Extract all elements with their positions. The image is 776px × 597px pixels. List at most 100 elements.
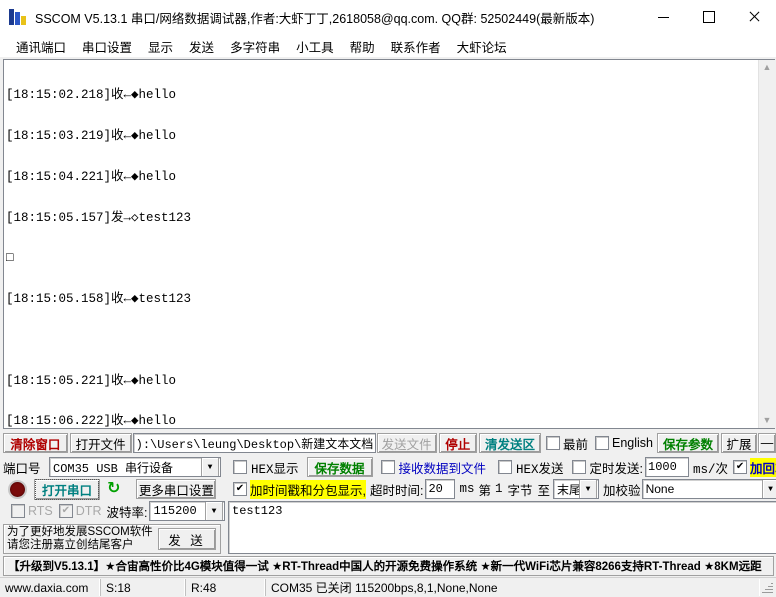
hex-and-file-row: HEX显示 保存数据 接收数据到文件 HEX发送 定时发送: 1000 ms/次… bbox=[228, 456, 776, 478]
maximize-button[interactable] bbox=[686, 0, 731, 34]
extend-button[interactable]: 扩展 bbox=[720, 433, 757, 453]
dtr-label: DTR bbox=[75, 504, 102, 518]
menu-item-forum[interactable]: 大虾论坛 bbox=[449, 36, 515, 57]
save-data-button[interactable]: 保存数据 bbox=[306, 457, 373, 477]
menu-item-help[interactable]: 帮助 bbox=[342, 36, 383, 57]
hex-send-checkbox[interactable] bbox=[498, 460, 513, 474]
terminal-line: [18:15:05.157]发→◇test123 bbox=[6, 210, 192, 225]
byte-index-value: 1 bbox=[495, 482, 503, 496]
window-title: SSCOM V5.13.1 串口/网络数据调试器,作者:大虾丁丁,2618058… bbox=[35, 11, 595, 26]
send-input[interactable]: test123 bbox=[229, 502, 776, 553]
hex-send-label: HEX发送 bbox=[516, 462, 564, 477]
byte-to-select-value: 末尾 bbox=[557, 482, 580, 497]
resize-grip-icon[interactable] bbox=[760, 581, 774, 595]
chevron-down-icon[interactable]: ▼ bbox=[761, 480, 776, 498]
port-status-led bbox=[8, 479, 27, 499]
send-area[interactable]: test123 ▲ ▼ bbox=[228, 501, 776, 554]
sscom-logo-icon bbox=[9, 8, 27, 26]
timed-send-interval-input[interactable]: 1000 bbox=[645, 457, 690, 477]
menu-item-comm-port[interactable]: 通讯端口 bbox=[8, 36, 74, 57]
timeout-unit-label: ms bbox=[459, 482, 475, 496]
checksum-select-value: None bbox=[645, 482, 675, 496]
timed-send-unit-label: ms/次 bbox=[693, 462, 729, 477]
status-bar: www.daxia.com S:18 R:48 COM35 已关闭 115200… bbox=[0, 577, 776, 597]
open-port-button[interactable]: 打开串口 bbox=[34, 478, 100, 500]
baud-select[interactable]: 115200 ▼ bbox=[149, 501, 225, 521]
menu-item-send[interactable]: 发送 bbox=[181, 36, 222, 57]
menu-item-multi-string[interactable]: 多字符串 bbox=[222, 36, 288, 57]
settings-panel: 端口号 COM35 USB 串行设备 ▼ 打开串口 ↻ 更多串口设置 RTS D… bbox=[3, 456, 776, 554]
chevron-down-icon[interactable]: ▼ bbox=[579, 480, 598, 498]
baud-select-value: 115200 bbox=[153, 504, 197, 518]
terminal-line: [18:15:06.222]收←◆hello bbox=[6, 414, 177, 428]
timestamp-label: 加时间戳和分包显示, bbox=[250, 479, 366, 499]
close-button[interactable] bbox=[731, 0, 776, 34]
timestamp-checkbox[interactable] bbox=[233, 482, 247, 496]
file-path-input[interactable]: ):\Users\leung\Desktop\新建文本文档 (2).txt bbox=[132, 433, 376, 453]
terminal-line: [18:15:02.218]收←◆hello bbox=[6, 88, 177, 103]
checksum-select[interactable]: None ▼ bbox=[641, 479, 776, 499]
scroll-down-icon[interactable]: ▼ bbox=[763, 416, 772, 425]
clear-window-button[interactable]: 清除窗口 bbox=[3, 433, 68, 453]
terminal-output[interactable]: [18:15:02.218]收←◆hello [18:15:03.219]收←◆… bbox=[4, 60, 758, 428]
open-file-button[interactable]: 打开文件 bbox=[69, 433, 132, 453]
status-sent-count: S:18 bbox=[100, 579, 185, 596]
timed-send-checkbox[interactable] bbox=[571, 460, 586, 474]
timestamp-row: 加时间戳和分包显示, 超时时间: 20 ms 第 1 字节 至 末尾 ▼ 加校验… bbox=[228, 478, 776, 500]
topmost-checkbox[interactable] bbox=[545, 436, 560, 450]
byte-to-select[interactable]: 末尾 ▼ bbox=[553, 479, 600, 499]
scroll-up-icon[interactable]: ▲ bbox=[763, 63, 772, 72]
receive-area: [18:15:02.218]收←◆hello [18:15:03.219]收←◆… bbox=[3, 59, 775, 429]
clear-send-area-button[interactable]: 清发送区 bbox=[478, 433, 541, 453]
terminal-line: [18:15:05.158]收←◆test123 bbox=[6, 292, 192, 307]
chevron-down-icon[interactable]: ▼ bbox=[205, 502, 223, 520]
status-website[interactable]: www.daxia.com bbox=[0, 579, 100, 596]
file-toolbar: 清除窗口 打开文件 ):\Users\leung\Desktop\新建文本文档 … bbox=[3, 432, 776, 454]
menu-bar: 通讯端口 串口设置 显示 发送 多字符串 小工具 帮助 联系作者 大虾论坛 bbox=[0, 35, 776, 57]
terminal-line: [18:15:04.221]收←◆hello bbox=[6, 169, 177, 184]
terminal-line: [18:15:05.221]收←◆hello bbox=[6, 373, 177, 388]
menu-item-tools[interactable]: 小工具 bbox=[288, 36, 342, 57]
send-file-button[interactable]: 发送文件 bbox=[376, 433, 437, 453]
topmost-checkbox-group[interactable]: 最前 bbox=[545, 434, 588, 453]
open-port-row: 打开串口 ↻ 更多串口设置 bbox=[3, 478, 225, 500]
english-checkbox-group[interactable]: English bbox=[594, 436, 653, 450]
menu-item-contact-author[interactable]: 联系作者 bbox=[383, 36, 449, 57]
terminal-line: □ bbox=[6, 251, 14, 266]
recv-to-file-label: 接收数据到文件 bbox=[398, 461, 487, 476]
port-label: 端口号 bbox=[3, 461, 41, 476]
sscom-window: SSCOM V5.13.1 串口/网络数据调试器,作者:大虾丁丁,2618058… bbox=[0, 0, 776, 597]
ad-banner[interactable]: 【升级到V5.13.1】★合宙高性价比4G模块值得一试 ★RT-Thread中国… bbox=[3, 556, 774, 576]
collapse-panel-button[interactable]: — bbox=[757, 433, 776, 453]
menu-item-port-settings[interactable]: 串口设置 bbox=[74, 36, 140, 57]
port-row: 端口号 COM35 USB 串行设备 ▼ bbox=[3, 456, 225, 478]
crlf-label: 加回车换行 bbox=[750, 457, 776, 477]
refresh-icon[interactable]: ↻ bbox=[107, 481, 120, 497]
checksum-label: 加校验 bbox=[603, 483, 641, 498]
crlf-checkbox[interactable] bbox=[733, 460, 748, 474]
status-received-count: R:48 bbox=[185, 579, 265, 596]
stop-button[interactable]: 停止 bbox=[438, 433, 477, 453]
promo-line-2: 请您注册嘉立创结尾客户 bbox=[7, 539, 134, 551]
hex-display-checkbox[interactable] bbox=[233, 460, 247, 474]
minimize-button[interactable] bbox=[641, 0, 686, 34]
send-button[interactable]: 发 送 bbox=[158, 528, 216, 550]
port-select[interactable]: COM35 USB 串行设备 ▼ bbox=[49, 457, 221, 477]
more-port-settings-button[interactable]: 更多串口设置 bbox=[136, 479, 217, 499]
dtr-checkbox[interactable] bbox=[58, 504, 73, 518]
timed-send-label: 定时发送: bbox=[589, 461, 644, 476]
menu-item-display[interactable]: 显示 bbox=[140, 36, 181, 57]
byte-unit-label: 字节 bbox=[507, 483, 533, 498]
timeout-input[interactable]: 20 bbox=[425, 479, 456, 499]
byte-from-label: 第 bbox=[478, 483, 491, 498]
english-checkbox[interactable] bbox=[594, 436, 609, 450]
terminal-scrollbar[interactable]: ▲ ▼ bbox=[758, 60, 775, 428]
recv-to-file-checkbox[interactable] bbox=[380, 460, 395, 474]
save-params-button[interactable]: 保存参数 bbox=[656, 433, 719, 453]
title-bar: SSCOM V5.13.1 串口/网络数据调试器,作者:大虾丁丁,2618058… bbox=[0, 0, 776, 35]
window-controls bbox=[641, 0, 776, 34]
hex-display-label: HEX显示 bbox=[251, 462, 299, 477]
rts-checkbox[interactable] bbox=[11, 504, 25, 518]
registration-promo: 为了更好地发展SSCOM软件 请您注册嘉立创结尾客户 发 送 bbox=[3, 524, 221, 554]
chevron-down-icon[interactable]: ▼ bbox=[201, 458, 219, 476]
